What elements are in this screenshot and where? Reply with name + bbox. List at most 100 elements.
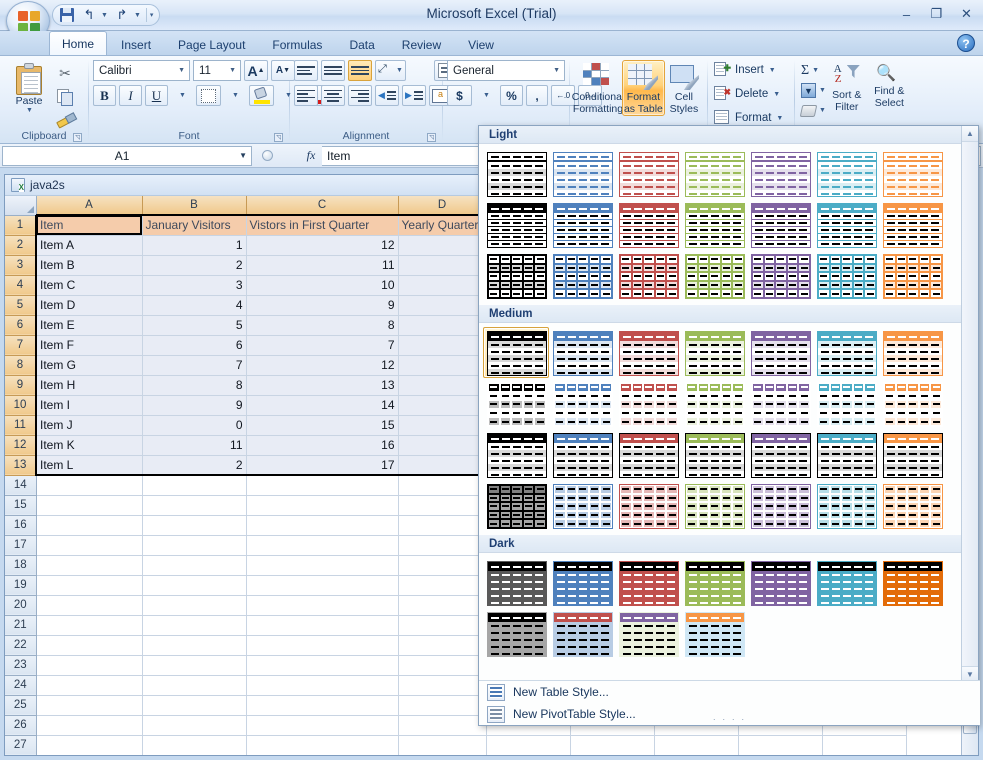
fill-button[interactable]: ▼ ▼ bbox=[799, 81, 826, 100]
maximize-button[interactable]: ❐ bbox=[926, 6, 947, 22]
row-header-6[interactable]: 6 bbox=[5, 315, 37, 336]
cell-c12[interactable]: 16 bbox=[246, 435, 399, 456]
table-style-option[interactable] bbox=[549, 608, 615, 659]
cell-a9[interactable]: Item H bbox=[35, 375, 143, 396]
cell-b2[interactable]: 1 bbox=[142, 235, 247, 256]
cell-a20[interactable] bbox=[36, 595, 143, 616]
cell-d21[interactable] bbox=[398, 615, 487, 636]
number-format-combo[interactable]: General ▼ bbox=[447, 60, 565, 81]
cell-c8[interactable]: 12 bbox=[246, 355, 399, 376]
cell-c25[interactable] bbox=[246, 695, 399, 716]
cell-d16[interactable] bbox=[398, 515, 487, 536]
cell-c19[interactable] bbox=[246, 575, 399, 596]
cell-a8[interactable]: Item G bbox=[35, 355, 143, 376]
font-dialog-launcher[interactable]: ◹ bbox=[274, 133, 283, 142]
table-style-option[interactable] bbox=[879, 480, 945, 531]
tab-insert[interactable]: Insert bbox=[108, 33, 164, 55]
font-size-combo[interactable]: 11 ▼ bbox=[193, 60, 241, 81]
fill-color-button[interactable] bbox=[249, 85, 274, 106]
row-header-11[interactable]: 11 bbox=[5, 415, 37, 436]
comma-style-button[interactable]: , bbox=[526, 85, 548, 106]
table-style-option[interactable] bbox=[681, 429, 747, 480]
cell-a6[interactable]: Item E bbox=[35, 315, 143, 336]
cell-d5[interactable] bbox=[398, 295, 487, 316]
italic-button[interactable]: I bbox=[119, 85, 142, 106]
table-style-option[interactable] bbox=[615, 378, 681, 429]
table-style-option[interactable] bbox=[615, 327, 681, 378]
row-header-16[interactable]: 16 bbox=[5, 515, 37, 536]
cell-c20[interactable] bbox=[246, 595, 399, 616]
table-style-option[interactable] bbox=[483, 480, 549, 531]
cell-d13[interactable] bbox=[398, 455, 487, 476]
cell-a22[interactable] bbox=[36, 635, 143, 656]
tab-home[interactable]: Home bbox=[49, 31, 108, 55]
cell-d27[interactable] bbox=[398, 735, 487, 755]
table-style-option[interactable] bbox=[879, 250, 945, 301]
row-header-24[interactable]: 24 bbox=[5, 675, 37, 696]
gallery-vertical-scrollbar[interactable]: ▲ ▼ bbox=[961, 126, 978, 682]
table-style-option[interactable] bbox=[813, 480, 879, 531]
cell-c24[interactable] bbox=[246, 675, 399, 696]
cell-d24[interactable] bbox=[398, 675, 487, 696]
tab-data[interactable]: Data bbox=[336, 33, 387, 55]
copy-button[interactable] bbox=[54, 86, 76, 106]
row-header-17[interactable]: 17 bbox=[5, 535, 37, 556]
decrease-indent-button[interactable]: ◀ bbox=[375, 85, 399, 106]
increase-indent-button[interactable]: ▶ bbox=[402, 85, 426, 106]
row-header-26[interactable]: 26 bbox=[5, 715, 37, 736]
cell-d19[interactable] bbox=[398, 575, 487, 596]
row-header-19[interactable]: 19 bbox=[5, 575, 37, 596]
table-style-option[interactable] bbox=[549, 480, 615, 531]
cut-button[interactable]: ✂ bbox=[54, 63, 76, 83]
paste-button[interactable]: Paste ▼ bbox=[4, 60, 54, 115]
row-header-21[interactable]: 21 bbox=[5, 615, 37, 636]
cell-b6[interactable]: 5 bbox=[142, 315, 247, 336]
borders-dropdown[interactable]: ▼ bbox=[224, 85, 246, 106]
table-style-option[interactable] bbox=[747, 148, 813, 199]
table-style-option[interactable] bbox=[747, 327, 813, 378]
cell-c15[interactable] bbox=[246, 495, 399, 516]
cell-a24[interactable] bbox=[36, 675, 143, 696]
cell-b7[interactable]: 6 bbox=[142, 335, 247, 356]
table-style-option[interactable] bbox=[747, 250, 813, 301]
table-style-option[interactable] bbox=[483, 199, 549, 250]
table-style-option[interactable] bbox=[483, 608, 549, 659]
cell-b4[interactable]: 3 bbox=[142, 275, 247, 296]
cancel-formula-button[interactable] bbox=[256, 146, 278, 166]
cell-b10[interactable]: 9 bbox=[142, 395, 247, 416]
gallery-scroll-up-arrow[interactable]: ▲ bbox=[962, 126, 978, 142]
align-middle-button[interactable] bbox=[321, 60, 345, 81]
cell-c23[interactable] bbox=[246, 655, 399, 676]
tab-review[interactable]: Review bbox=[389, 33, 454, 55]
cell-b3[interactable]: 2 bbox=[142, 255, 247, 276]
cell-a4[interactable]: Item C bbox=[35, 275, 143, 296]
column-header-b[interactable]: B bbox=[142, 196, 247, 216]
cell-a12[interactable]: Item K bbox=[35, 435, 143, 456]
cell-c5[interactable]: 9 bbox=[246, 295, 399, 316]
cell-b12[interactable]: 11 bbox=[142, 435, 247, 456]
column-header-a[interactable]: A bbox=[36, 196, 143, 216]
cell-b26[interactable] bbox=[142, 715, 247, 736]
table-style-option[interactable] bbox=[879, 148, 945, 199]
table-style-option[interactable] bbox=[681, 557, 747, 608]
row-header-12[interactable]: 12 bbox=[5, 435, 37, 456]
grow-font-button[interactable]: A ▲ bbox=[244, 60, 268, 81]
cell-d8[interactable] bbox=[398, 355, 487, 376]
cell-b18[interactable] bbox=[142, 555, 247, 576]
row-header-27[interactable]: 27 bbox=[5, 735, 37, 755]
table-style-option[interactable] bbox=[747, 429, 813, 480]
cell-f27[interactable] bbox=[570, 735, 655, 755]
cell-c4[interactable]: 10 bbox=[246, 275, 399, 296]
cell-b27[interactable] bbox=[142, 735, 247, 755]
help-button[interactable]: ? bbox=[957, 34, 975, 52]
format-painter-button[interactable] bbox=[54, 109, 76, 129]
cell-d17[interactable] bbox=[398, 535, 487, 556]
cell-a19[interactable] bbox=[36, 575, 143, 596]
conditional-formatting-button[interactable]: Conditional Formatting bbox=[572, 60, 624, 116]
table-style-option[interactable] bbox=[681, 250, 747, 301]
cell-e27[interactable] bbox=[486, 735, 571, 755]
cell-b19[interactable] bbox=[142, 575, 247, 596]
column-header-c[interactable]: C bbox=[246, 196, 399, 216]
row-header-2[interactable]: 2 bbox=[5, 235, 37, 256]
row-header-10[interactable]: 10 bbox=[5, 395, 37, 416]
